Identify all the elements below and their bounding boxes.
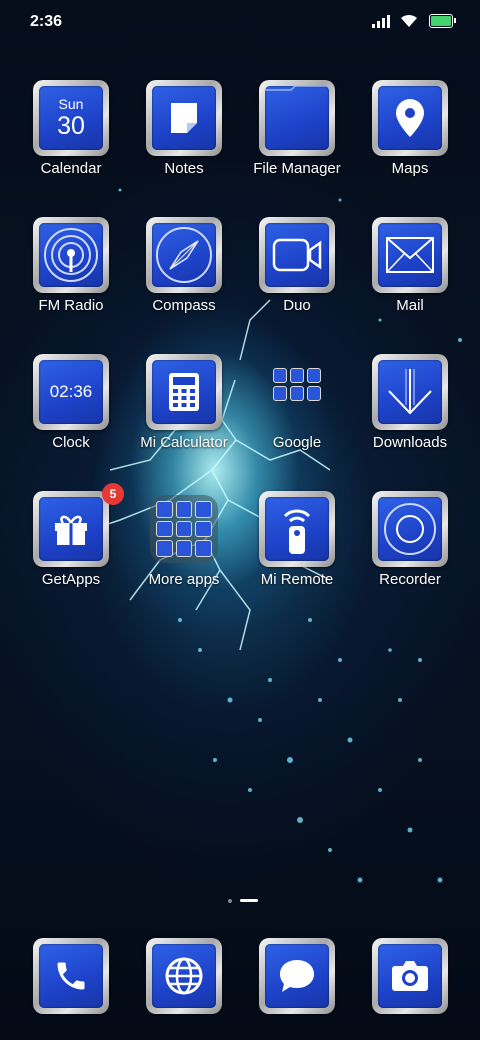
phone-icon (57, 962, 85, 990)
app-label: FM Radio (38, 297, 104, 314)
calendar-date: 30 (57, 112, 85, 140)
clock-digital-text: 02:36 (49, 382, 93, 401)
signal-icon (372, 14, 390, 28)
globe-icon (165, 957, 203, 995)
app-label: Google (272, 434, 322, 451)
app-label: Maps (391, 160, 429, 177)
page-dot-current[interactable] (240, 899, 258, 902)
app-label: Calendar (40, 160, 102, 177)
app-label: Mail (396, 297, 424, 314)
download-arrow-icon (388, 369, 432, 415)
status-bar: 2:36 (0, 0, 480, 44)
wifi-icon (401, 14, 417, 27)
calendar-day: Sun (58, 96, 84, 112)
radio-icon (44, 228, 98, 282)
remote-icon (283, 509, 311, 554)
compass-icon (156, 227, 212, 283)
battery-icon (429, 14, 456, 28)
app-label: Notes (164, 160, 204, 177)
app-label: Downloads (372, 434, 448, 451)
gift-icon (55, 515, 87, 545)
app-label: GetApps (41, 571, 101, 588)
mail-icon (386, 237, 434, 273)
camera-icon (392, 961, 428, 991)
app-label: Duo (283, 297, 311, 314)
message-icon (280, 960, 314, 992)
map-pin-icon (396, 99, 424, 137)
app-label: Compass (152, 297, 216, 314)
page-dot[interactable] (228, 899, 232, 903)
notification-badge: 5 (102, 483, 124, 505)
app-label: Mi Calculator (140, 434, 228, 451)
app-label: Recorder (379, 571, 441, 588)
app-label: Mi Remote (260, 571, 334, 588)
app-label: Clock (52, 434, 90, 451)
video-camera-icon (272, 238, 322, 272)
record-icon (384, 503, 436, 555)
folder-icon (265, 86, 329, 91)
app-label: More apps (148, 571, 220, 588)
calculator-icon (169, 373, 199, 411)
notes-icon (171, 103, 197, 133)
status-time: 2:36 (30, 13, 63, 30)
page-indicator (228, 899, 258, 903)
app-label: File Manager (253, 160, 341, 177)
folder-grid-icon (263, 360, 331, 428)
folder-grid-icon (150, 495, 218, 563)
